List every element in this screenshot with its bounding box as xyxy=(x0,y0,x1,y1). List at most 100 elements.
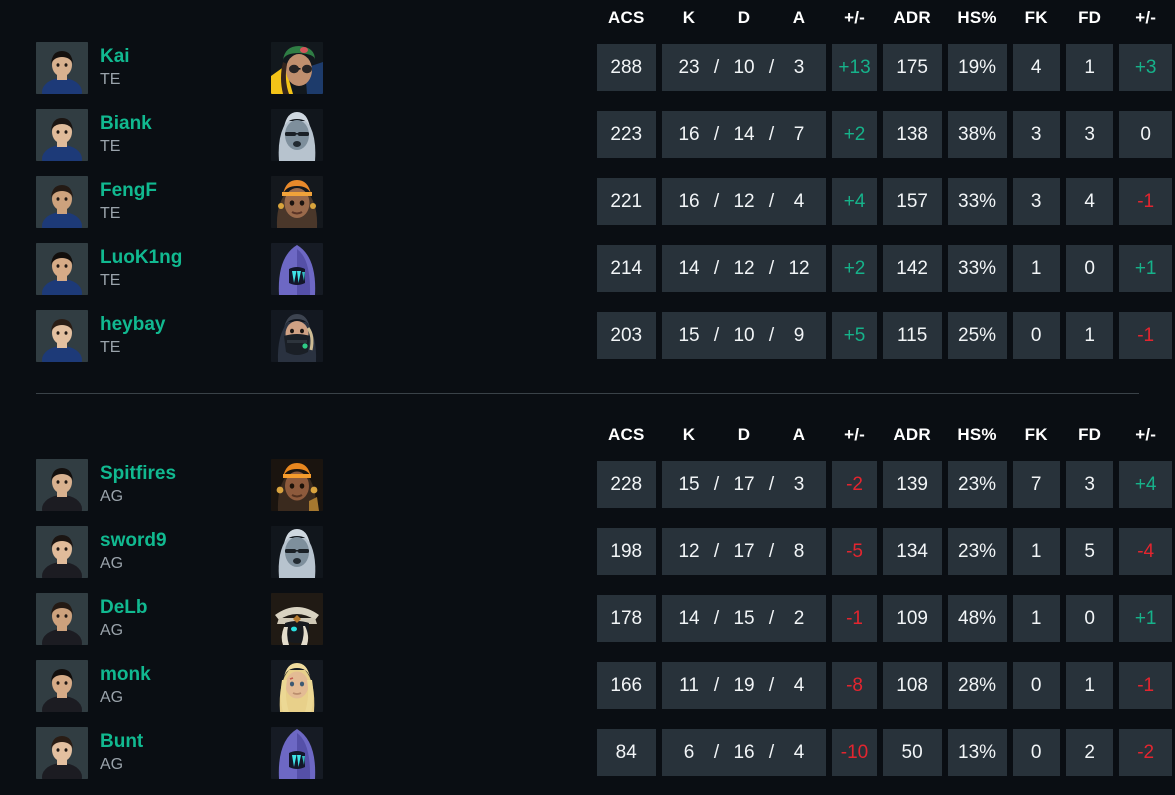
adr-value: 134 xyxy=(882,528,942,575)
player-team-tag: AG xyxy=(100,554,124,572)
avatar xyxy=(36,592,88,645)
avatar xyxy=(36,659,88,712)
agent-cell xyxy=(271,451,594,518)
header-kd-diff[interactable]: +/- xyxy=(829,0,879,34)
header-k[interactable]: K xyxy=(673,8,706,28)
fd-value: 1 xyxy=(1065,662,1114,709)
table-row[interactable]: FengF TE 221 16/12/4 +4 157 33% 3 4 -1 xyxy=(0,168,1175,235)
fk-cell: 0 xyxy=(1010,719,1063,786)
header-fk-diff[interactable]: +/- xyxy=(1116,417,1175,451)
table-row[interactable]: heybay TE 203 15 / 10 / 9 +5 115 25% 0 1 -1 xyxy=(0,302,1175,369)
team-gap-bottom xyxy=(0,394,1175,417)
fk-diff-cell: 0 xyxy=(1116,101,1175,168)
header-d[interactable]: D xyxy=(728,8,761,28)
player-name[interactable]: Kai xyxy=(100,46,130,68)
fk-diff-value: +3 xyxy=(1119,44,1172,91)
header-k[interactable]: K xyxy=(673,425,706,445)
player-name[interactable]: Biank xyxy=(100,113,152,135)
deaths-value: 10 xyxy=(733,324,755,346)
player-name[interactable]: monk xyxy=(100,664,151,686)
player-name[interactable]: LuoK1ng xyxy=(100,247,182,269)
header-fd[interactable]: FD xyxy=(1063,417,1116,451)
deaths-value: 14 xyxy=(733,123,755,145)
fk-diff-value: +4 xyxy=(1119,461,1172,508)
kd-diff-value: +2 xyxy=(832,111,877,158)
fk-diff-cell: +1 xyxy=(1116,235,1175,302)
table-row[interactable]: sword9 AG 198 12 / 17 / 8 -5 134 23% 1 5 -4 xyxy=(0,518,1175,585)
kda-separator: / xyxy=(713,123,720,145)
kda-separator: / xyxy=(768,190,775,212)
fd-cell: 3 xyxy=(1063,451,1116,518)
kda-separator: / xyxy=(768,473,775,495)
acs-value: 198 xyxy=(596,528,656,575)
fd-cell: 2 xyxy=(1063,719,1116,786)
acs-value: 288 xyxy=(596,44,656,91)
header-fk-diff[interactable]: +/- xyxy=(1116,0,1175,34)
viper-agent xyxy=(271,41,324,94)
header-acs[interactable]: ACS xyxy=(594,417,659,451)
player-name[interactable]: Bunt xyxy=(100,731,143,753)
header-hs[interactable]: HS% xyxy=(945,417,1010,451)
table-row[interactable]: Kai TE 288 23 / 10 / 3 +13 175 19% 4 1 +3 xyxy=(0,34,1175,101)
kda-separator: / xyxy=(713,56,720,78)
fk-cell: 1 xyxy=(1010,585,1063,652)
header-kd-diff[interactable]: +/- xyxy=(829,417,879,451)
avatar xyxy=(36,108,88,161)
fk-value: 4 xyxy=(1012,44,1060,91)
table-row[interactable]: Bunt AG 84 6 / 16 / 4 -10 50 13% 0 2 -2 xyxy=(0,719,1175,786)
header-a[interactable]: A xyxy=(783,425,816,445)
avatar xyxy=(36,309,88,362)
header-adr[interactable]: ADR xyxy=(880,0,945,34)
player-team-tag: TE xyxy=(100,70,121,88)
hs-percent-cell: 13% xyxy=(945,719,1010,786)
player-name[interactable]: DeLb xyxy=(100,597,148,619)
kda-separator: / xyxy=(713,473,720,495)
header-a[interactable]: A xyxy=(783,8,816,28)
table-row[interactable]: DeLb AG 178 14 / 15 / 2 -1 109 48% 1 0 +1 xyxy=(0,585,1175,652)
player-name[interactable]: Spitfires xyxy=(100,463,176,485)
fade-agent xyxy=(271,108,324,161)
kd-diff-value: +2 xyxy=(832,245,877,292)
header-fd[interactable]: FD xyxy=(1063,0,1116,34)
header-fk[interactable]: FK xyxy=(1010,417,1063,451)
player-team-tag: TE xyxy=(100,137,121,155)
table-row[interactable]: Biank TE 223 16/14/7 +2 138 38% 3 3 0 xyxy=(0,101,1175,168)
table-row[interactable]: Spitfires AG 228 15/17/3 -2 139 23% 7 3 +4 xyxy=(0,451,1175,518)
deaths-value: 12 xyxy=(733,190,755,212)
player-name[interactable]: FengF xyxy=(100,180,157,202)
player-cell: sword9 AG xyxy=(0,518,271,585)
hs-percent-value: 25% xyxy=(947,312,1007,359)
adr-cell: 138 xyxy=(880,101,945,168)
header-fk[interactable]: FK xyxy=(1010,0,1063,34)
fk-cell: 3 xyxy=(1010,168,1063,235)
fk-value: 1 xyxy=(1012,245,1060,292)
player-name[interactable]: heybay xyxy=(100,314,165,336)
fk-diff-cell: -2 xyxy=(1116,719,1175,786)
acs-value: 228 xyxy=(596,461,656,508)
fk-cell: 1 xyxy=(1010,518,1063,585)
table-row[interactable]: LuoK1ng TE 214 14 / 12 / 12 +2 142 33% 1 0 +1 xyxy=(0,235,1175,302)
acs-value: 221 xyxy=(596,178,656,225)
header-acs[interactable]: ACS xyxy=(594,0,659,34)
adr-cell: 108 xyxy=(880,652,945,719)
header-adr[interactable]: ADR xyxy=(880,417,945,451)
fk-diff-cell: -4 xyxy=(1116,518,1175,585)
acs-cell: 214 xyxy=(594,235,659,302)
fk-diff-cell: +4 xyxy=(1116,451,1175,518)
kda-cell: 6 / 16 / 4 xyxy=(659,719,830,786)
fk-cell: 4 xyxy=(1010,34,1063,101)
adr-value: 115 xyxy=(882,312,942,359)
table-row[interactable]: monk AG 166 11 / 19 / 4 -8 108 28% 0 1 -1 xyxy=(0,652,1175,719)
hs-percent-cell: 33% xyxy=(945,168,1010,235)
fk-diff-value: -1 xyxy=(1119,178,1172,225)
fk-diff-cell: +1 xyxy=(1116,585,1175,652)
header-d[interactable]: D xyxy=(728,425,761,445)
match-scoreboard: ACS K D A +/- ADR HS% FK FD +/- Kai TE 288 23/10/3 +13… xyxy=(0,0,1175,795)
player-cell: DeLb AG xyxy=(0,585,271,652)
acs-cell: 221 xyxy=(594,168,659,235)
header-hs[interactable]: HS% xyxy=(945,0,1010,34)
fk-diff-value: 0 xyxy=(1119,111,1172,158)
fk-diff-value: -4 xyxy=(1119,528,1172,575)
fk-value: 3 xyxy=(1012,111,1060,158)
player-name[interactable]: sword9 xyxy=(100,530,167,552)
